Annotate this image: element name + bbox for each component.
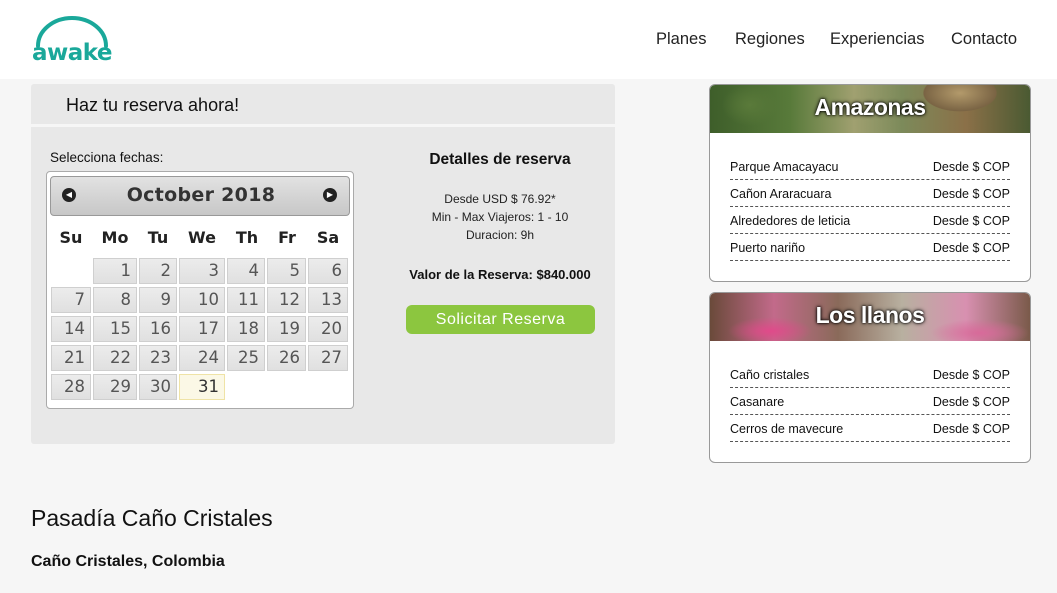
- weekday-header: Su: [59, 228, 83, 247]
- weekday-header: Fr: [278, 228, 296, 247]
- place-price: Desde $ COP: [932, 160, 1010, 174]
- site-header: awake Planes Regiones Experiencias Conta…: [0, 0, 1057, 79]
- calendar-day[interactable]: 4: [227, 258, 265, 284]
- calendar-day[interactable]: 25: [227, 345, 265, 371]
- place-row[interactable]: Parque Amacayacu Desde $ COP: [730, 153, 1010, 180]
- place-price: Desde $ COP: [932, 241, 1010, 255]
- calendar-day[interactable]: 13: [308, 287, 348, 313]
- calendar-day[interactable]: 6: [308, 258, 348, 284]
- place-row[interactable]: Cañon Araracuara Desde $ COP: [730, 180, 1010, 207]
- calendar-day[interactable]: 7: [51, 287, 91, 313]
- place-price: Desde $ COP: [932, 368, 1010, 382]
- duration: Duracion: 9h: [465, 228, 535, 242]
- region-card-amazonas: Amazonas Parque Amacayacu Desde $ COP Ca…: [709, 84, 1031, 282]
- nav-planes[interactable]: Planes: [656, 30, 706, 49]
- calendar-day[interactable]: 19: [267, 316, 306, 342]
- place-name: Casanare: [730, 395, 785, 409]
- place-price: Desde $ COP: [932, 187, 1010, 201]
- amazonas-banner-image: Amazonas: [710, 85, 1030, 133]
- place-price: Desde $ COP: [932, 395, 1010, 409]
- calendar-header: ◀ October 2018 ▶: [50, 176, 350, 216]
- place-row[interactable]: Puerto nariño Desde $ COP: [730, 234, 1010, 261]
- weekday-header: Sa: [316, 228, 340, 247]
- solicitar-reserva-button[interactable]: Solicitar Reserva: [406, 305, 595, 334]
- place-row[interactable]: Alrededores de leticia Desde $ COP: [730, 207, 1010, 234]
- booking-total: Valor de la Reserva: $840.000: [409, 267, 591, 282]
- booking-header: Haz tu reserva ahora!: [31, 84, 615, 127]
- page-subtitle: Caño Cristales, Colombia: [31, 553, 225, 570]
- date-picker-calendar: ◀ October 2018 ▶ Su Mo Tu We Th Fr Sa 1 2 3 4 5 6 7 8 9…: [46, 171, 354, 409]
- calendar-day[interactable]: 28: [51, 374, 91, 400]
- chevron-right-icon[interactable]: ▶: [323, 188, 337, 202]
- calendar-day[interactable]: 21: [51, 345, 91, 371]
- calendar-day[interactable]: 10: [179, 287, 225, 313]
- calendar-day[interactable]: 18: [227, 316, 265, 342]
- place-name: Cañon Araracuara: [730, 187, 832, 201]
- place-row[interactable]: Casanare Desde $ COP: [730, 388, 1010, 415]
- page-title: Pasadía Caño Cristales: [31, 505, 273, 531]
- calendar-day[interactable]: 15: [93, 316, 137, 342]
- place-row[interactable]: Cerros de mavecure Desde $ COP: [730, 415, 1010, 442]
- place-price: Desde $ COP: [932, 422, 1010, 436]
- region-card-los-llanos: Los llanos Caño cristales Desde $ COP Ca…: [709, 292, 1031, 463]
- calendar-day[interactable]: 20: [308, 316, 348, 342]
- calendar-day[interactable]: 30: [139, 374, 177, 400]
- place-row[interactable]: Caño cristales Desde $ COP: [730, 361, 1010, 388]
- calendar-day[interactable]: 27: [308, 345, 348, 371]
- region-title: Amazonas: [814, 94, 926, 120]
- calendar-day[interactable]: 11: [227, 287, 265, 313]
- select-dates-label: Selecciona fechas:: [50, 150, 164, 165]
- nav-experiencias[interactable]: Experiencias: [830, 30, 924, 49]
- calendar-day[interactable]: 31: [179, 374, 225, 400]
- calendar-month-label: October 2018: [126, 184, 276, 206]
- calendar-day[interactable]: 29: [93, 374, 137, 400]
- logo-text: awake: [31, 40, 113, 66]
- calendar-day[interactable]: 3: [179, 258, 225, 284]
- booking-title: Haz tu reserva ahora!: [66, 95, 240, 115]
- calendar-day[interactable]: 14: [51, 316, 91, 342]
- calendar-day[interactable]: 26: [267, 345, 306, 371]
- nav-contacto[interactable]: Contacto: [951, 30, 1017, 49]
- calendar-day[interactable]: 9: [139, 287, 177, 313]
- calendar-day[interactable]: 23: [139, 345, 177, 371]
- region-title: Los llanos: [815, 302, 925, 328]
- los-llanos-banner-image: Los llanos: [710, 293, 1030, 341]
- calendar-day[interactable]: 12: [267, 287, 306, 313]
- price-from: Desde USD $ 76.92*: [444, 192, 556, 206]
- calendar-day[interactable]: 16: [139, 316, 177, 342]
- weekday-header: Tu: [147, 228, 169, 247]
- booking-details-title: Detalles de reserva: [429, 151, 571, 168]
- calendar-day[interactable]: 24: [179, 345, 225, 371]
- calendar-day[interactable]: 17: [179, 316, 225, 342]
- weekday-header: Mo: [101, 228, 129, 247]
- place-name: Parque Amacayacu: [730, 160, 839, 174]
- place-name: Puerto nariño: [730, 241, 806, 255]
- calendar-day[interactable]: 2: [139, 258, 177, 284]
- calendar-day[interactable]: 1: [93, 258, 137, 284]
- nav-regiones[interactable]: Regiones: [735, 30, 805, 49]
- place-name: Cerros de mavecure: [730, 422, 844, 436]
- logo[interactable]: awake: [31, 14, 113, 66]
- place-price: Desde $ COP: [932, 214, 1010, 228]
- place-name: Alrededores de leticia: [730, 214, 851, 228]
- calendar-day[interactable]: 8: [93, 287, 137, 313]
- weekday-header: Th: [235, 228, 259, 247]
- booking-panel: Haz tu reserva ahora! Selecciona fechas:…: [31, 84, 615, 444]
- travelers-range: Min - Max Viajeros: 1 - 10: [431, 210, 569, 224]
- weekday-header: We: [188, 228, 216, 247]
- place-name: Caño cristales: [730, 368, 810, 382]
- calendar-day[interactable]: 22: [93, 345, 137, 371]
- calendar-day[interactable]: 5: [267, 258, 306, 284]
